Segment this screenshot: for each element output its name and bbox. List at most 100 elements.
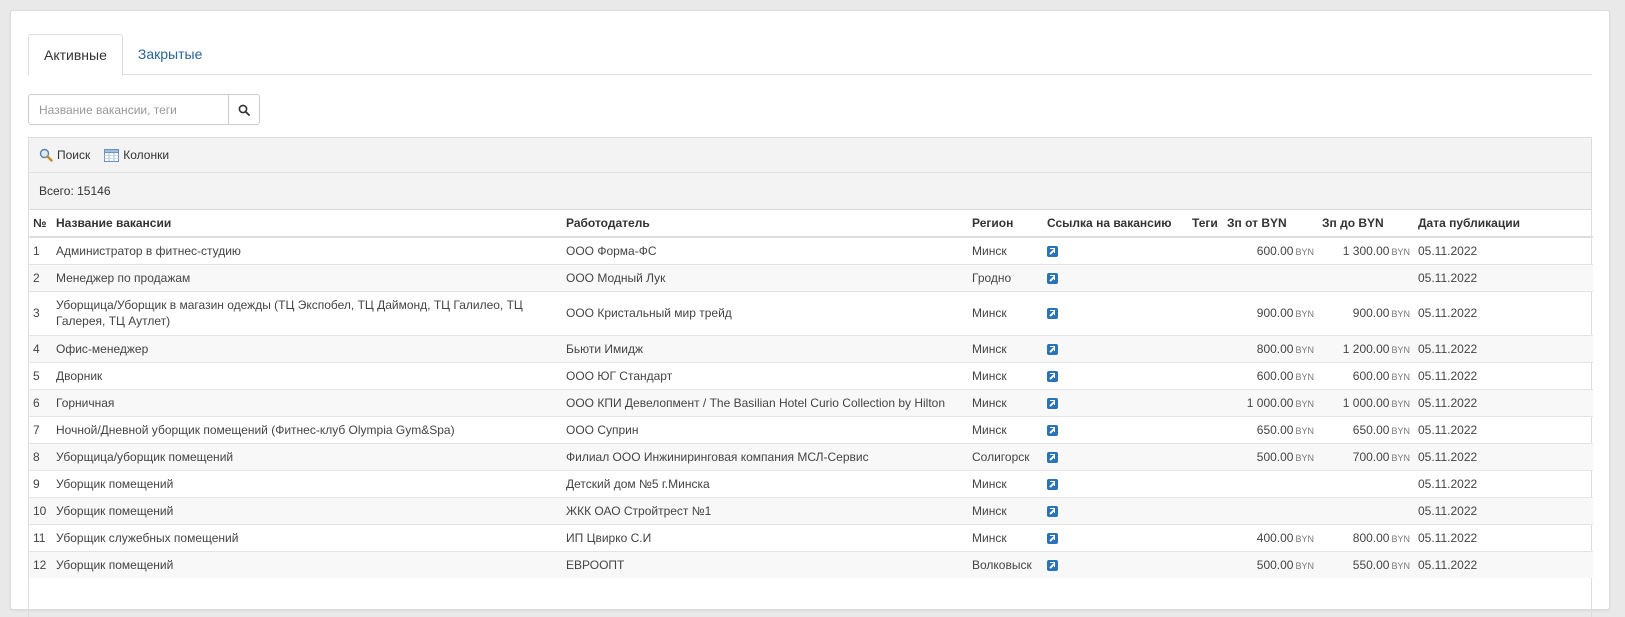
- tags: [1188, 415, 1223, 443]
- vacancy-link-cell: [1043, 550, 1188, 578]
- external-link-icon[interactable]: [1047, 370, 1058, 382]
- vacancy-title: Горничная: [52, 388, 562, 416]
- salary-from: 500.00 BYN: [1223, 442, 1318, 470]
- currency-label: BYN: [1295, 398, 1314, 409]
- row-number: 6: [29, 388, 52, 416]
- vacancy-link-cell: [1043, 263, 1188, 291]
- toolbar-search-label: Поиск: [57, 148, 91, 162]
- vacancy-title: Дворник: [52, 361, 562, 389]
- table-row[interactable]: 12 Уборщик помещений ЕВРООПТ Волковыск 500.0…: [29, 550, 1593, 578]
- table-row[interactable]: 8 Уборщица/уборщик помещений Филиал ООО Ин…: [29, 442, 1593, 470]
- vacancy-link-cell: [1043, 236, 1188, 264]
- salary-to: 1 200.00 BYN: [1318, 334, 1414, 362]
- region: Гродно: [968, 263, 1043, 291]
- table-row[interactable]: 9 Уборщик помещений Детский дом №5 г.Минск…: [29, 469, 1593, 497]
- vacancy-link-cell: [1043, 388, 1188, 416]
- table-row[interactable]: 11 Уборщик служебных помещений ИП Цвирко С…: [29, 523, 1593, 551]
- employer-name: ООО КПИ Девелопмент / The Basilian Hotel…: [562, 388, 968, 416]
- tags: [1188, 361, 1223, 389]
- salary-from: 400.00 BYN: [1223, 523, 1318, 551]
- external-link-icon[interactable]: [1047, 272, 1058, 284]
- external-link-icon[interactable]: [1047, 308, 1058, 320]
- vacancy-title: Менеджер по продажам: [52, 263, 562, 291]
- search-icon: [238, 104, 250, 116]
- salary-value: 600.00: [1256, 368, 1294, 383]
- table-row[interactable]: 7 Ночной/Дневной уборщик помещений (Фитне…: [29, 415, 1593, 443]
- tab-bar: Активные Закрытые: [28, 34, 1592, 76]
- row-number: 4: [29, 334, 52, 362]
- tab-closed[interactable]: Закрытые: [123, 34, 217, 75]
- row-number: 7: [29, 415, 52, 443]
- col-header-salary-from[interactable]: Зп от BYN: [1223, 210, 1318, 238]
- col-header-region[interactable]: Регион: [968, 210, 1043, 238]
- employer-name: ЖКК ОАО Стройтрест №1: [562, 496, 968, 524]
- salary-from: 1 000.00 BYN: [1223, 388, 1318, 416]
- external-link-icon[interactable]: [1047, 246, 1058, 258]
- salary-value: 800.00: [1256, 341, 1294, 356]
- total-count: Всего: 15146: [29, 173, 1591, 210]
- external-link-icon[interactable]: [1047, 397, 1058, 409]
- table-row[interactable]: 2 Менеджер по продажам ООО Модный Лук Гродн…: [29, 263, 1593, 291]
- employer-name: Детский дом №5 г.Минска: [562, 469, 968, 497]
- external-link-icon[interactable]: [1047, 343, 1058, 355]
- toolbar-columns-button[interactable]: Колонки: [104, 148, 169, 162]
- region: Минск: [968, 290, 1043, 335]
- col-header-tags[interactable]: Теги: [1188, 210, 1223, 238]
- salary-value: 1 000.00: [1342, 395, 1390, 410]
- col-header-title[interactable]: Название вакансии: [52, 210, 562, 238]
- external-link-icon[interactable]: [1047, 424, 1058, 436]
- table-header-row: № Название вакансии Работодатель Регион …: [29, 210, 1593, 238]
- main-card: Активные Закрытые Поиск: [10, 10, 1610, 617]
- col-header-employer[interactable]: Работодатель: [562, 210, 968, 238]
- table-row[interactable]: 5 Дворник ООО ЮГ Стандарт Минск 600.00 BYN 600…: [29, 361, 1593, 389]
- currency-label: BYN: [1391, 560, 1410, 571]
- search-button[interactable]: [228, 94, 260, 125]
- salary-to: 550.00 BYN: [1318, 550, 1414, 578]
- vacancies-table: № Название вакансии Работодатель Регион …: [29, 210, 1593, 578]
- region: Минск: [968, 496, 1043, 524]
- external-link-icon[interactable]: [1047, 505, 1058, 517]
- region: Минск: [968, 388, 1043, 416]
- currency-label: BYN: [1391, 452, 1410, 463]
- tags: [1188, 523, 1223, 551]
- region: Волковыск: [968, 550, 1043, 578]
- tags: [1188, 334, 1223, 362]
- toolbar-search-button[interactable]: Поиск: [39, 148, 90, 162]
- row-number: 5: [29, 361, 52, 389]
- salary-from: 600.00 BYN: [1223, 361, 1318, 389]
- publication-date: 05.11.2022: [1414, 415, 1593, 443]
- search-input[interactable]: [28, 94, 228, 125]
- salary-value: 500.00: [1256, 557, 1294, 572]
- salary-from: 500.00 BYN: [1223, 550, 1318, 578]
- external-link-icon[interactable]: [1047, 560, 1058, 572]
- grid-toolbar: Поиск Колонки: [29, 138, 1591, 173]
- col-header-salary-to[interactable]: Зп до BYN: [1318, 210, 1414, 238]
- salary-from: [1223, 469, 1318, 497]
- publication-date: 05.11.2022: [1414, 550, 1593, 578]
- table-row[interactable]: 4 Офис-менеджер Бьюти Имидж Минск 800.00 BYN 1…: [29, 334, 1593, 362]
- employer-name: Бьюти Имидж: [562, 334, 968, 362]
- table-row[interactable]: 10 Уборщик помещений ЖКК ОАО Стройтрест №1…: [29, 496, 1593, 524]
- external-link-icon[interactable]: [1047, 532, 1058, 544]
- salary-to: 800.00 BYN: [1318, 523, 1414, 551]
- vacancy-link-cell: [1043, 361, 1188, 389]
- external-link-icon[interactable]: [1047, 478, 1058, 490]
- table-row[interactable]: 6 Горничная ООО КПИ Девелопмент / The Basi…: [29, 388, 1593, 416]
- currency-label: BYN: [1295, 533, 1314, 544]
- region: Минск: [968, 415, 1043, 443]
- table-row[interactable]: 3 Уборщица/Уборщик в магазин одежды (ТЦ Э…: [29, 290, 1593, 335]
- col-header-number[interactable]: №: [29, 210, 52, 238]
- publication-date: 05.11.2022: [1414, 236, 1593, 264]
- publication-date: 05.11.2022: [1414, 290, 1593, 335]
- tags: [1188, 496, 1223, 524]
- col-header-link[interactable]: Ссылка на вакансию: [1043, 210, 1188, 238]
- tab-active[interactable]: Активные: [28, 34, 123, 76]
- employer-name: ООО Форма-ФС: [562, 236, 968, 264]
- external-link-icon[interactable]: [1047, 451, 1058, 463]
- table-row[interactable]: 1 Администратор в фитнес-студию ООО Форма-…: [29, 236, 1593, 264]
- vacancy-link-cell: [1043, 334, 1188, 362]
- employer-name: ООО Суприн: [562, 415, 968, 443]
- publication-date: 05.11.2022: [1414, 496, 1593, 524]
- col-header-date[interactable]: Дата публикации: [1414, 210, 1593, 238]
- vacancy-title: Уборщица/уборщик помещений: [52, 442, 562, 470]
